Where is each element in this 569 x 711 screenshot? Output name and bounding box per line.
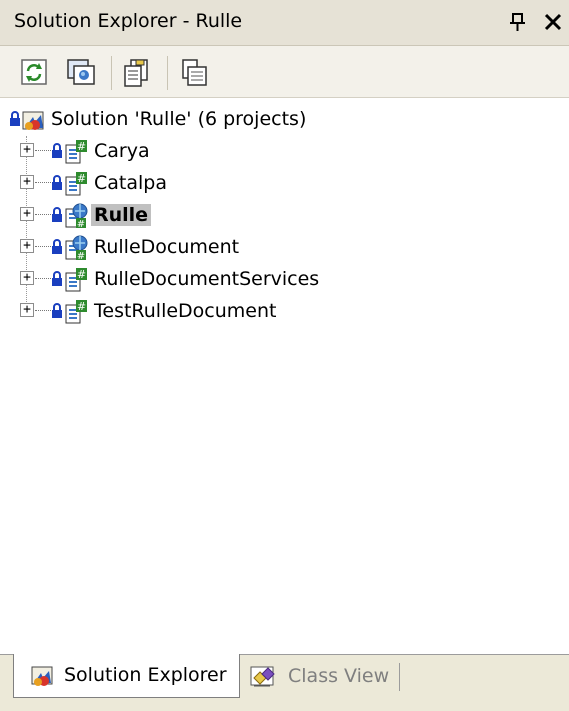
- refresh-icon: [21, 59, 47, 85]
- tree-line: [35, 246, 51, 247]
- expand-icon[interactable]: +: [20, 143, 34, 157]
- show-all-files-icon: [67, 59, 95, 85]
- tab-strip: Solution Explorer Class View: [0, 654, 569, 711]
- tab-solution-explorer[interactable]: Solution Explorer: [13, 654, 240, 698]
- svg-text:#: #: [77, 268, 86, 281]
- view-code-button[interactable]: [180, 58, 210, 88]
- svg-text:#: #: [77, 172, 86, 185]
- expand-icon[interactable]: +: [20, 271, 34, 285]
- lock-icon: [10, 111, 20, 126]
- csharp-project-icon: #: [65, 268, 87, 292]
- svg-text:#: #: [77, 300, 86, 313]
- lock-icon: [52, 303, 62, 318]
- tree-line: [35, 214, 51, 215]
- tree-line: [35, 310, 51, 311]
- lock-icon: [52, 207, 62, 222]
- lock-icon: [52, 271, 62, 286]
- svg-text:#: #: [77, 251, 85, 261]
- lock-icon: [52, 239, 62, 254]
- svg-text:#: #: [77, 219, 85, 229]
- title-bar: Solution Explorer - Rulle: [0, 0, 569, 46]
- expand-icon[interactable]: +: [20, 303, 34, 317]
- lock-icon: [52, 143, 62, 158]
- expand-icon[interactable]: +: [20, 175, 34, 189]
- tree-line: [35, 278, 51, 279]
- project-label: RulleDocumentServices: [94, 268, 320, 290]
- web-project-icon: #: [65, 235, 88, 261]
- tree-line: [35, 150, 51, 151]
- solution-explorer-icon: [31, 666, 53, 686]
- project-label: Rulle: [91, 204, 152, 226]
- tab-label: Class View: [288, 665, 390, 687]
- expand-icon[interactable]: +: [20, 239, 34, 253]
- project-label: TestRulleDocument: [94, 300, 277, 322]
- toolbar-separator: [167, 56, 168, 90]
- tree-line: [26, 136, 27, 312]
- properties-button[interactable]: [121, 58, 151, 88]
- csharp-project-icon: #: [65, 300, 87, 324]
- project-label: Catalpa: [94, 172, 167, 194]
- project-label: Carya: [94, 140, 150, 162]
- solution-label: Solution 'Rulle' (6 projects): [51, 108, 307, 130]
- tab-label: Solution Explorer: [64, 664, 227, 686]
- lock-icon: [52, 175, 62, 190]
- window-title: Solution Explorer - Rulle: [14, 10, 243, 32]
- toolbar-separator: [111, 56, 112, 90]
- view-code-icon: [182, 59, 207, 86]
- pushpin-icon[interactable]: [506, 11, 530, 33]
- project-label: RulleDocument: [94, 236, 240, 258]
- toolbar: [0, 46, 569, 98]
- show-all-files-button[interactable]: [66, 58, 96, 88]
- tree-line: [35, 182, 51, 183]
- solution-icon: [22, 111, 44, 130]
- csharp-project-icon: #: [65, 172, 87, 196]
- tab-divider: [399, 663, 400, 691]
- expand-icon[interactable]: +: [20, 207, 34, 221]
- tab-class-view[interactable]: Class View: [240, 663, 400, 699]
- class-view-icon: [250, 666, 275, 687]
- close-icon[interactable]: [541, 11, 565, 33]
- refresh-button[interactable]: [20, 58, 50, 88]
- properties-icon: [124, 59, 148, 87]
- csharp-project-icon: #: [65, 140, 87, 164]
- svg-text:#: #: [77, 140, 86, 153]
- solution-tree: Solution 'Rulle' (6 projects) + # Carya …: [0, 98, 569, 654]
- web-project-icon: #: [65, 203, 88, 229]
